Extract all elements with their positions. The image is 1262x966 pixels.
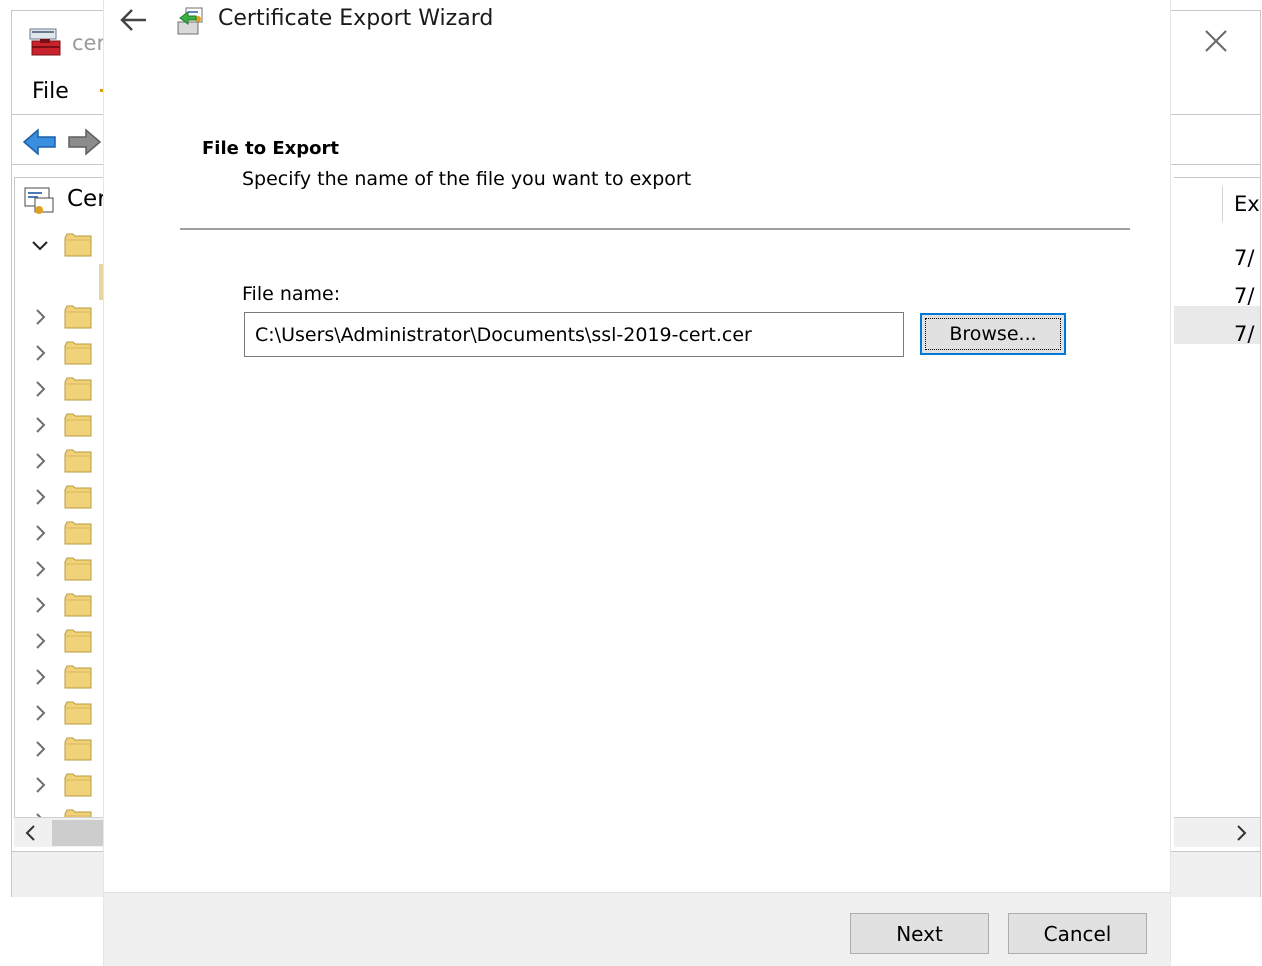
- cancel-button[interactable]: Cancel: [1008, 913, 1147, 954]
- certificates-snapin-icon: [24, 187, 54, 214]
- expiration-value[interactable]: 7/: [1234, 322, 1254, 346]
- folder-icon: [64, 233, 92, 257]
- tree-folder-item[interactable]: [15, 768, 114, 804]
- chevron-right-icon[interactable]: [29, 378, 51, 400]
- tree-folder-item[interactable]: [15, 516, 114, 552]
- tree-folder-item[interactable]: [15, 480, 114, 516]
- page-heading: File to Export: [202, 138, 339, 159]
- tree-horizontal-scrollbar[interactable]: [14, 817, 114, 847]
- certificate-export-icon: [177, 7, 203, 35]
- chevron-right-icon[interactable]: [29, 774, 51, 796]
- chevron-right-icon[interactable]: [29, 810, 51, 817]
- header-divider: [180, 228, 1130, 230]
- folder-icon: [64, 737, 92, 761]
- wizard-title: Certificate Export Wizard: [218, 6, 494, 31]
- chevron-right-icon[interactable]: [29, 450, 51, 472]
- results-pane: Ex 7/ 7/ 7/: [1174, 177, 1260, 817]
- browse-button-label: Browse...: [949, 323, 1037, 345]
- chevron-right-icon[interactable]: [29, 630, 51, 652]
- menu-overflow-mark: [100, 89, 103, 92]
- console-tree-pane: Cer: [14, 177, 114, 817]
- tree-folder-item[interactable]: [15, 624, 114, 660]
- chevron-right-icon[interactable]: [29, 594, 51, 616]
- tree-folder-item[interactable]: [15, 660, 114, 696]
- folder-icon: [64, 521, 92, 545]
- folder-icon: [64, 557, 92, 581]
- column-header-expiration[interactable]: Ex: [1234, 192, 1260, 216]
- back-arrow-icon[interactable]: [22, 127, 58, 157]
- folder-icon: [64, 809, 92, 817]
- tree-folder-item[interactable]: [15, 552, 114, 588]
- folder-icon: [64, 377, 92, 401]
- mmc-window-title: cer: [72, 31, 106, 55]
- forward-arrow-icon[interactable]: [66, 127, 102, 157]
- toolbox-app-icon: [29, 28, 61, 56]
- chevron-right-icon[interactable]: [1230, 822, 1252, 844]
- column-separator: [1222, 186, 1223, 222]
- folder-icon: [64, 701, 92, 725]
- chevron-right-icon[interactable]: [29, 702, 51, 724]
- folder-icon: [64, 449, 92, 473]
- tree-folder-item[interactable]: [15, 732, 114, 768]
- chevron-left-icon[interactable]: [20, 822, 42, 844]
- close-icon[interactable]: [1202, 27, 1230, 55]
- chevron-right-icon[interactable]: [29, 666, 51, 688]
- chevron-right-icon[interactable]: [29, 558, 51, 580]
- folder-icon: [64, 485, 92, 509]
- tree-folder-item[interactable]: [15, 444, 114, 480]
- file-name-input[interactable]: [244, 312, 904, 357]
- expiration-value[interactable]: 7/: [1234, 284, 1254, 308]
- folder-icon: [64, 305, 92, 329]
- wizard-footer: Next Cancel: [104, 892, 1170, 966]
- folder-icon: [64, 413, 92, 437]
- folder-icon: [64, 629, 92, 653]
- chevron-down-icon[interactable]: [29, 234, 51, 256]
- folder-icon: [64, 593, 92, 617]
- tree-folder-item[interactable]: [15, 408, 114, 444]
- browse-button[interactable]: Browse...: [920, 313, 1066, 355]
- page-subheading: Specify the name of the file you want to…: [242, 168, 692, 190]
- tree-folder-item[interactable]: [15, 696, 114, 732]
- tree-folder-item[interactable]: [15, 336, 114, 372]
- expiration-value[interactable]: 7/: [1234, 246, 1254, 270]
- tree-folder-item[interactable]: [15, 228, 114, 264]
- tree-folder-item[interactable]: [15, 372, 114, 408]
- back-arrow-icon[interactable]: [118, 6, 150, 34]
- folder-icon: [64, 665, 92, 689]
- tree-folder-item[interactable]: [15, 588, 114, 624]
- chevron-right-icon[interactable]: [29, 738, 51, 760]
- folder-icon: [64, 773, 92, 797]
- chevron-right-icon[interactable]: [29, 342, 51, 364]
- folder-icon: [64, 341, 92, 365]
- menu-file[interactable]: File: [32, 79, 69, 104]
- tree-folder-item[interactable]: [15, 300, 114, 336]
- tree-folder-item[interactable]: [15, 804, 114, 817]
- tree-root-label[interactable]: Cer: [67, 186, 107, 212]
- results-horizontal-scrollbar[interactable]: [1174, 817, 1260, 847]
- chevron-right-icon[interactable]: [29, 486, 51, 508]
- file-name-label: File name:: [242, 283, 341, 305]
- chevron-right-icon[interactable]: [29, 522, 51, 544]
- chevron-right-icon[interactable]: [29, 414, 51, 436]
- chevron-right-icon[interactable]: [29, 306, 51, 328]
- next-button[interactable]: Next: [850, 913, 989, 954]
- certificate-export-wizard: Certificate Export Wizard File to Export…: [104, 0, 1170, 966]
